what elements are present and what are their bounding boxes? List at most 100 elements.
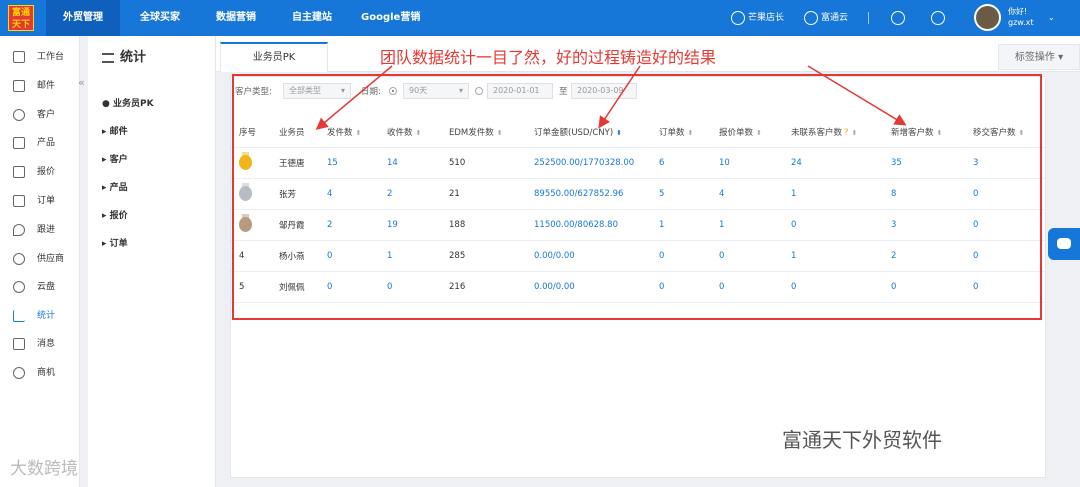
quotes-cell[interactable]: 1	[711, 209, 783, 241]
col-received[interactable]: 收件数 ⬍	[379, 117, 441, 148]
new-customers-cell[interactable]: 3	[883, 209, 965, 241]
nav-foreign-trade[interactable]: 外贸管理	[63, 0, 103, 36]
sent-cell[interactable]: 2	[319, 209, 379, 241]
col-transferred[interactable]: 移交客户数 ⬍	[965, 117, 1047, 148]
col-sent[interactable]: 发件数 ⬍	[319, 117, 379, 148]
uncontacted-cell[interactable]: 0	[783, 209, 883, 241]
chat-button[interactable]	[1048, 228, 1080, 260]
sent-cell[interactable]: 0	[319, 271, 379, 303]
sidebar-item-workbench[interactable]: 工作台	[0, 46, 80, 68]
transferred-cell[interactable]: 3	[965, 147, 1047, 179]
customer-type-select[interactable]: 全部类型 ▾	[283, 83, 351, 99]
apps-button[interactable]	[931, 0, 948, 36]
new-customers-cell[interactable]: 35	[883, 147, 965, 179]
new-customers-cell[interactable]: 0	[883, 271, 965, 303]
cloud-link[interactable]: 富通云	[804, 0, 848, 36]
sent-cell[interactable]: 4	[319, 178, 379, 210]
submenu-item-quotes[interactable]: ▸ 报价	[102, 208, 128, 221]
submenu-item-customers[interactable]: ▸ 客户	[102, 152, 128, 165]
received-cell[interactable]: 14	[379, 147, 441, 179]
sent-cell[interactable]: 0	[319, 240, 379, 272]
sidebar-item-followup[interactable]: 跟进	[0, 219, 80, 241]
sort-icon[interactable]: ⬍	[1019, 129, 1025, 137]
date-from-input[interactable]: 2020-01-01	[487, 83, 553, 99]
submenu-item-mail[interactable]: ▸ 邮件	[102, 124, 128, 137]
uncontacted-cell[interactable]: 1	[783, 240, 883, 272]
amount-cell[interactable]: 89550.00/627852.96	[526, 178, 651, 210]
sort-icon[interactable]: ⬍	[852, 129, 858, 137]
orders-cell[interactable]: 5	[651, 178, 711, 210]
uncontacted-cell[interactable]: 1	[783, 178, 883, 210]
col-order-amount[interactable]: 订单金额(USD/CNY) ⬍	[526, 117, 651, 148]
orders-cell[interactable]: 6	[651, 147, 711, 179]
received-cell[interactable]: 19	[379, 209, 441, 241]
new-customers-cell[interactable]: 2	[883, 240, 965, 272]
col-uncontacted[interactable]: 未联系客户数? ⬍	[783, 117, 883, 148]
sidebar-item-suppliers[interactable]: 供应商	[0, 248, 80, 270]
avatar[interactable]	[974, 4, 1001, 31]
quotes-cell[interactable]: 4	[711, 178, 783, 210]
submenu-item-products[interactable]: ▸ 产品	[102, 180, 128, 193]
sidebar-item-opportunities[interactable]: 商机	[0, 362, 80, 384]
transferred-cell[interactable]: 0	[965, 271, 1047, 303]
help-icon[interactable]: ?	[844, 128, 849, 138]
mango-shop-link[interactable]: 芒果店长	[731, 0, 784, 36]
received-cell[interactable]: 2	[379, 178, 441, 210]
amount-cell[interactable]: 0.00/0.00	[526, 271, 651, 303]
uncontacted-cell[interactable]: 0	[783, 271, 883, 303]
transferred-cell[interactable]: 0	[965, 178, 1047, 210]
app-logo[interactable]: 富通 天下	[8, 5, 34, 31]
sort-icon[interactable]: ⬍	[937, 129, 943, 137]
transferred-cell[interactable]: 0	[965, 240, 1047, 272]
nav-site-builder[interactable]: 自主建站	[292, 0, 332, 36]
amount-cell[interactable]: 11500.00/80628.80	[526, 209, 651, 241]
sort-icon[interactable]: ⬍	[497, 129, 503, 137]
new-customers-cell[interactable]: 8	[883, 178, 965, 210]
custom-range-radio[interactable]	[475, 87, 483, 95]
uncontacted-cell[interactable]: 24	[783, 147, 883, 179]
sidebar-item-products[interactable]: 产品	[0, 132, 80, 154]
submenu-item-salesman-pk[interactable]: ● 业务员PK	[102, 96, 154, 109]
col-orders[interactable]: 订单数 ⬍	[651, 117, 711, 148]
notification-button[interactable]	[891, 0, 908, 36]
nav-data-marketing[interactable]: 数据营销	[216, 0, 256, 36]
date-to-input[interactable]: 2020-03-09	[571, 83, 637, 99]
sort-icon[interactable]: ⬍	[756, 129, 762, 137]
quotes-cell[interactable]: 10	[711, 147, 783, 179]
orders-cell[interactable]: 0	[651, 271, 711, 303]
submenu-item-orders[interactable]: ▸ 订单	[102, 236, 128, 249]
received-cell[interactable]: 0	[379, 271, 441, 303]
sidebar-item-messages[interactable]: 消息	[0, 333, 80, 355]
transferred-cell[interactable]: 0	[965, 209, 1047, 241]
tab-salesman-pk[interactable]: 业务员PK	[220, 42, 328, 72]
sidebar-item-quotes[interactable]: 报价	[0, 161, 80, 183]
col-quotes[interactable]: 报价单数 ⬍	[711, 117, 783, 148]
sort-icon[interactable]: ⬍	[616, 129, 622, 137]
nav-google-marketing[interactable]: Google营销	[361, 0, 420, 36]
quotes-cell[interactable]: 0	[711, 271, 783, 303]
sidebar-item-statistics[interactable]: 统计	[0, 305, 80, 327]
amount-cell[interactable]: 0.00/0.00	[526, 240, 651, 272]
sidebar-item-mail[interactable]: 邮件	[0, 75, 80, 97]
orders-cell[interactable]: 1	[651, 209, 711, 241]
quotes-cell[interactable]: 0	[711, 240, 783, 272]
sort-icon[interactable]: ⬍	[688, 129, 694, 137]
orders-cell[interactable]: 0	[651, 240, 711, 272]
sidebar-item-customers[interactable]: 客户	[0, 104, 80, 126]
chevron-down-icon[interactable]: ⌄	[1048, 0, 1055, 36]
period-select[interactable]: 90天 ▾	[403, 83, 469, 99]
user-menu[interactable]: 你好! gzw.xt	[1008, 6, 1034, 28]
col-edm[interactable]: EDM发件数 ⬍	[441, 117, 526, 148]
sidebar-item-label: 客户	[37, 110, 56, 120]
amount-cell[interactable]: 252500.00/1770328.00	[526, 147, 651, 179]
nav-global-buyers[interactable]: 全球买家	[140, 0, 180, 36]
sent-cell[interactable]: 15	[319, 147, 379, 179]
period-radio[interactable]	[389, 87, 397, 95]
sidebar-item-orders[interactable]: 订单	[0, 190, 80, 212]
col-new-customers[interactable]: 新增客户数 ⬍	[883, 117, 965, 148]
received-cell[interactable]: 1	[379, 240, 441, 272]
sidebar-item-cloud-drive[interactable]: 云盘	[0, 276, 80, 298]
tag-operation-dropdown[interactable]: 标签操作 ▾	[998, 44, 1080, 70]
sort-icon[interactable]: ⬍	[416, 129, 422, 137]
sort-icon[interactable]: ⬍	[356, 129, 362, 137]
